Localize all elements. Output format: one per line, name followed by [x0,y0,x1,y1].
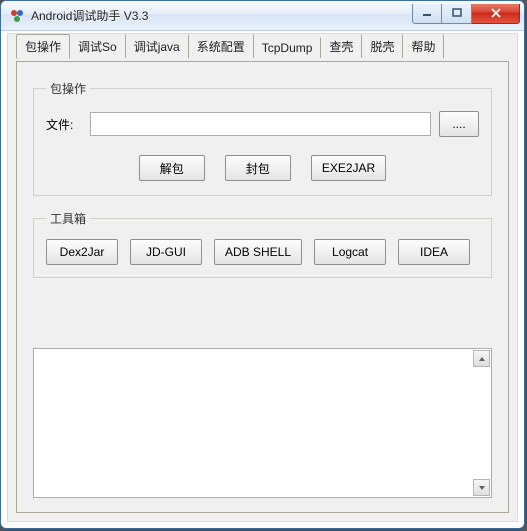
jdgui-button[interactable]: JD-GUI [130,239,202,265]
toolbox-legend: 工具箱 [46,210,90,227]
log-textarea[interactable] [33,348,492,498]
maximize-button[interactable] [442,4,472,24]
file-input[interactable] [90,112,431,136]
scroll-down-button[interactable] [473,479,490,496]
tab-check-shell[interactable]: 查壳 [321,34,362,58]
client-area: 包操作 调试So 调试java 系统配置 TcpDump 查壳 脱壳 帮助 包操… [7,33,518,522]
toolbox-row: Dex2Jar JD-GUI ADB SHELL Logcat IDEA [46,239,479,265]
minimize-button[interactable] [412,4,442,24]
window-controls [412,4,520,24]
tab-debug-so[interactable]: 调试So [70,34,126,58]
file-row: 文件: .... [46,111,479,137]
package-ops-legend: 包操作 [46,80,90,97]
logcat-button[interactable]: Logcat [314,239,386,265]
exe2jar-button[interactable]: EXE2JAR [311,155,386,181]
browse-button[interactable]: .... [439,111,479,137]
unpack-button[interactable]: 解包 [139,155,205,181]
tab-system-config[interactable]: 系统配置 [189,34,254,58]
toolbox-group: 工具箱 Dex2Jar JD-GUI ADB SHELL Logcat IDEA [33,210,492,278]
package-action-row: 解包 封包 EXE2JAR [46,155,479,181]
titlebar[interactable]: Android调试助手 V3.3 [1,1,524,31]
tab-panel-package-ops: 包操作 文件: .... 解包 封包 EXE2JAR 工具箱 Dex2Jar J… [16,61,509,513]
close-button[interactable] [472,4,520,24]
window-title: Android调试助手 V3.3 [31,7,412,24]
pack-button[interactable]: 封包 [225,155,291,181]
tab-tcpdump[interactable]: TcpDump [254,37,322,58]
scroll-up-button[interactable] [473,350,490,367]
file-label: 文件: [46,116,82,133]
package-ops-group: 包操作 文件: .... 解包 封包 EXE2JAR [33,80,492,196]
idea-button[interactable]: IDEA [398,239,470,265]
tab-package-ops[interactable]: 包操作 [16,34,70,59]
app-window: Android调试助手 V3.3 包操作 调试So 调试java 系统配置 Tc… [0,0,525,529]
app-icon [9,8,25,24]
dex2jar-button[interactable]: Dex2Jar [46,239,118,265]
tab-strip: 包操作 调试So 调试java 系统配置 TcpDump 查壳 脱壳 帮助 [8,34,517,58]
adbshell-button[interactable]: ADB SHELL [214,239,302,265]
tab-unshell[interactable]: 脱壳 [362,34,403,58]
tab-debug-java[interactable]: 调试java [126,34,189,58]
tab-help[interactable]: 帮助 [403,34,444,58]
